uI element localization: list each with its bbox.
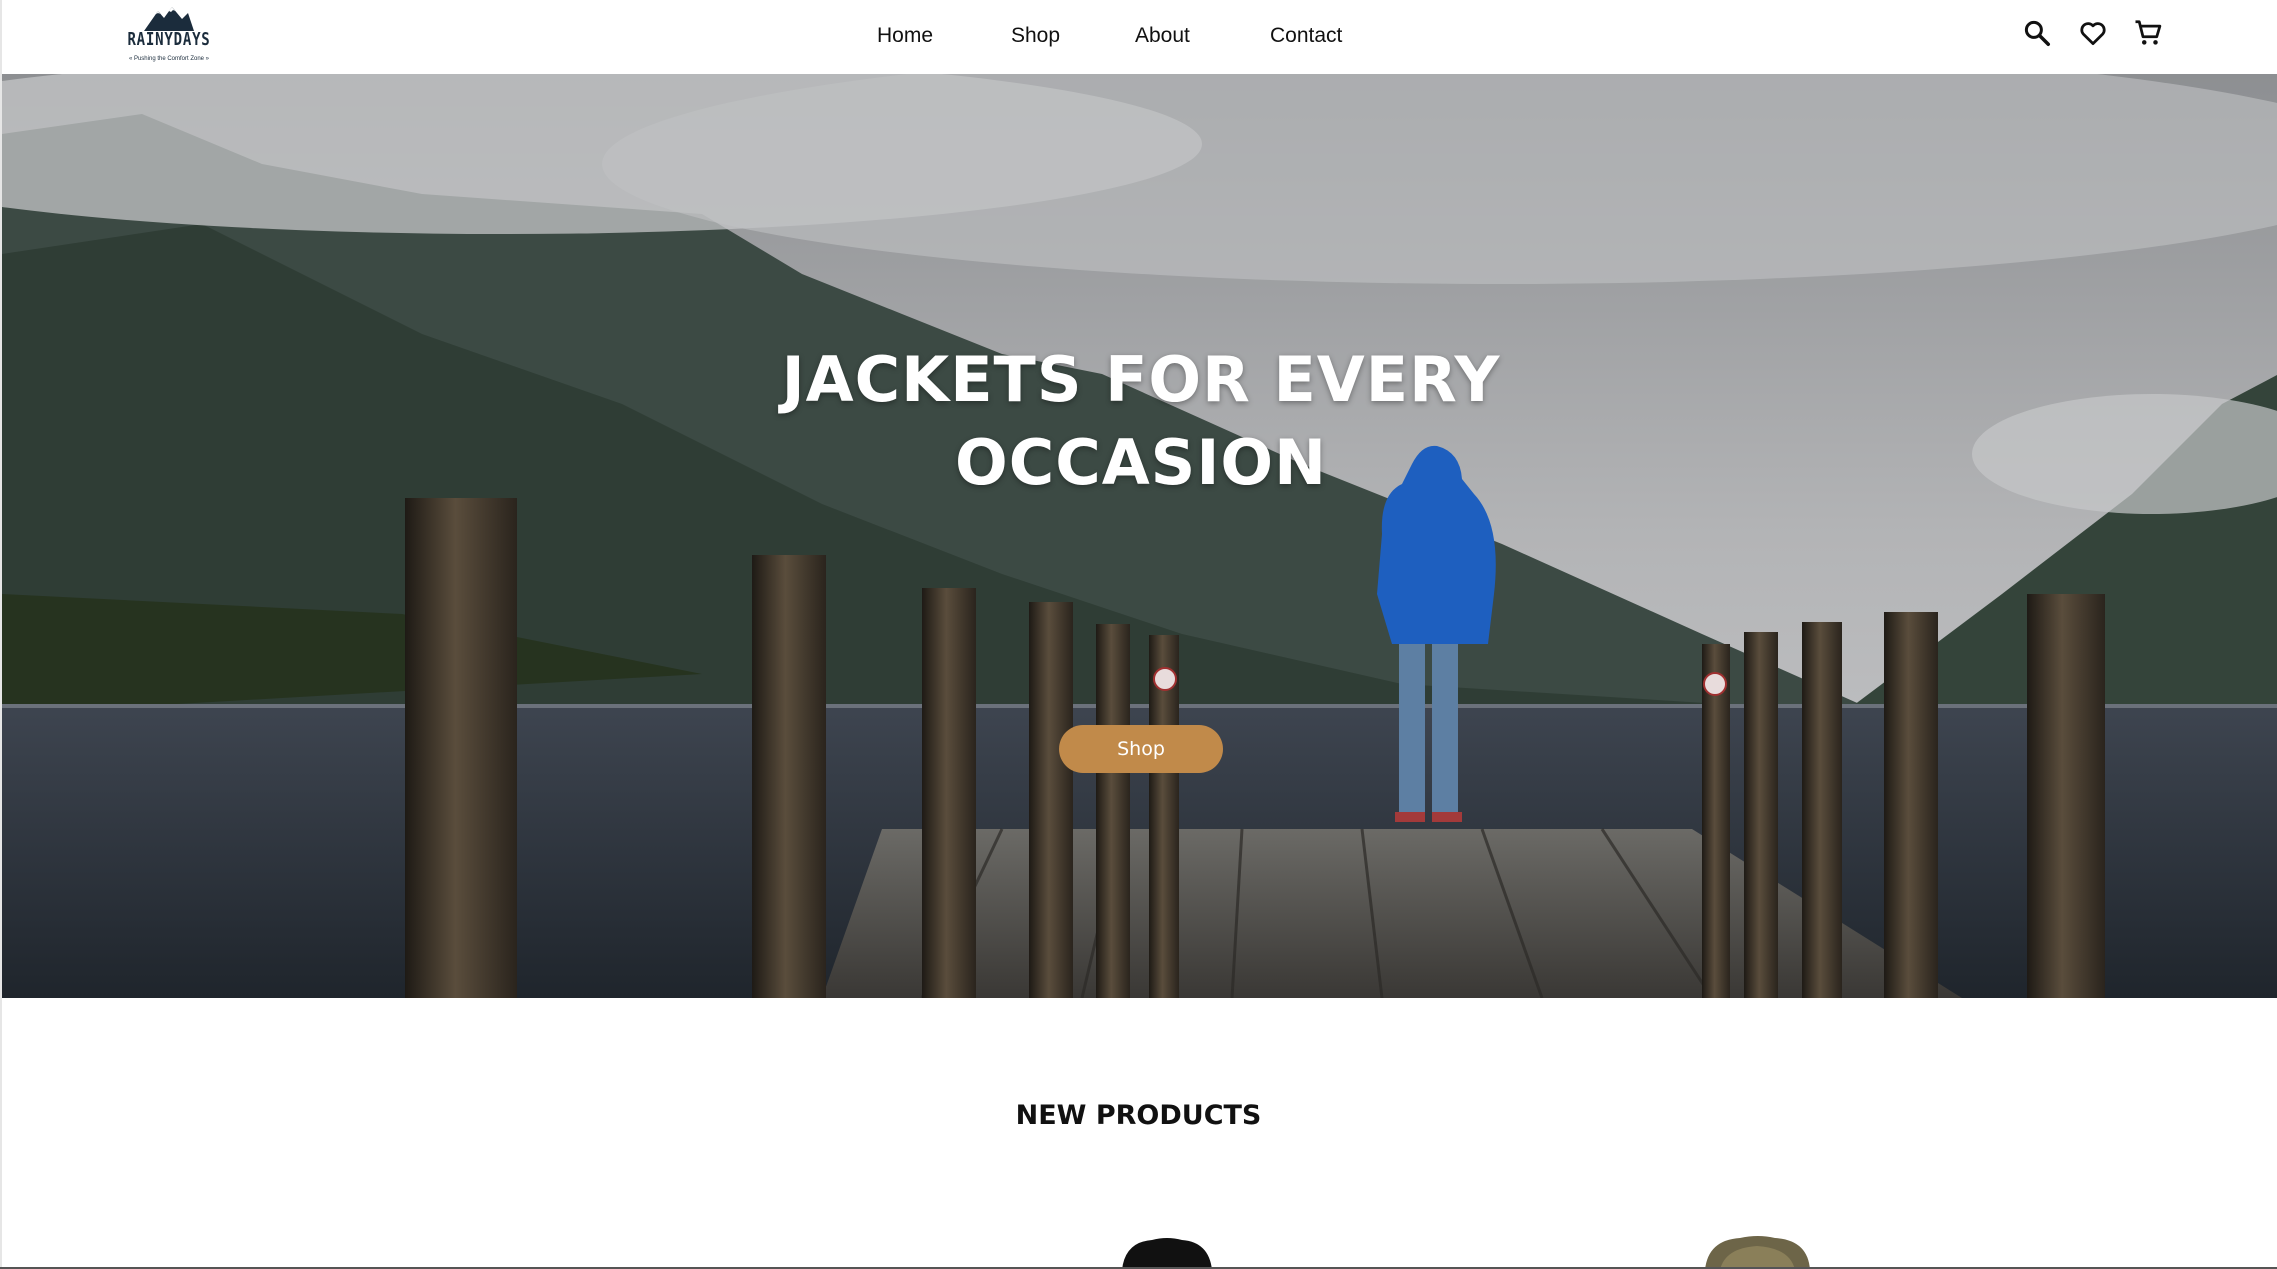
cart-icon[interactable]	[2133, 18, 2163, 48]
heart-icon[interactable]	[2078, 18, 2108, 48]
nav-contact[interactable]: Contact	[1270, 24, 1342, 48]
page-left-border	[0, 0, 2, 1269]
nav-shop[interactable]: Shop	[1011, 24, 1060, 48]
hero-title: JACKETS FOR EVERY OCCASION	[641, 338, 1641, 504]
hero-shop-button[interactable]: Shop	[1059, 725, 1223, 773]
product-image-black-jacket[interactable]	[1117, 1230, 1217, 1269]
new-products-title: NEW PRODUCTS	[1015, 1100, 1262, 1131]
search-icon[interactable]	[2022, 18, 2052, 48]
hero-banner: JACKETS FOR EVERY OCCASION Shop	[0, 74, 2277, 998]
hero-title-line1: JACKETS FOR EVERY	[781, 343, 1501, 416]
product-image-olive-jacket[interactable]	[1700, 1230, 1815, 1269]
site-header: RAINYDAYS « Pushing the Comfort Zone » H…	[0, 0, 2277, 74]
hero-title-line2: OCCASION	[954, 426, 1327, 499]
hero-background-image	[2, 74, 2277, 998]
nav-about[interactable]: About	[1135, 24, 1190, 48]
main-nav: Home Shop About Contact	[2, 0, 2277, 74]
nav-home[interactable]: Home	[877, 24, 933, 48]
